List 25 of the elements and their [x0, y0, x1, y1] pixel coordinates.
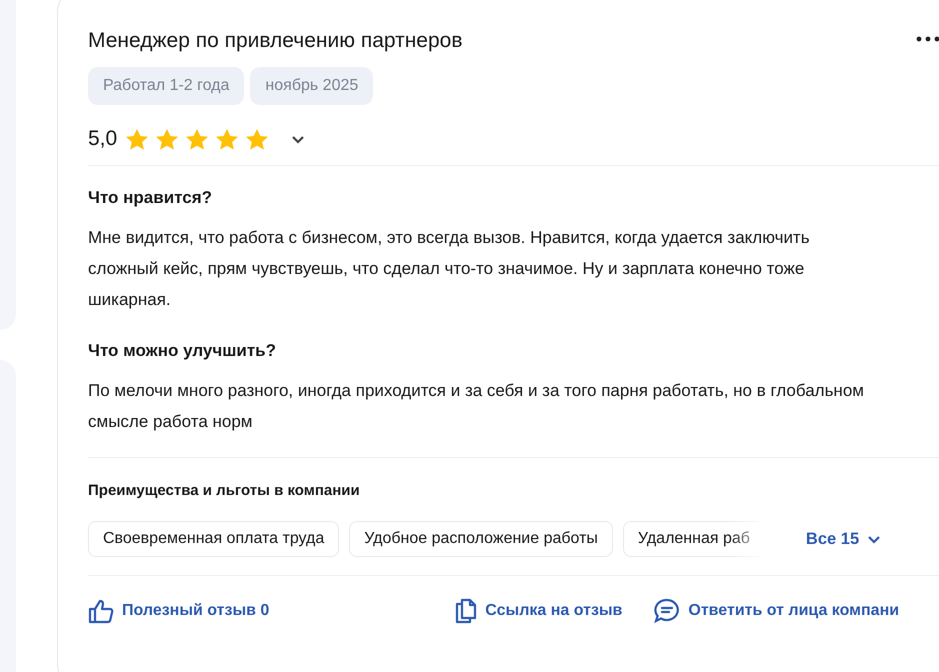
- section-heading: Что нравится?: [88, 188, 214, 208]
- star-icon: [155, 128, 180, 150]
- link-action[interactable]: Ссылка на отзыв: [455, 598, 622, 624]
- like-action[interactable]: Полезный отзыв 0: [88, 598, 270, 624]
- copy-icon: [455, 598, 478, 624]
- show-all-button[interactable]: Все 15: [806, 530, 882, 548]
- review-tag: Работал 1-2 года: [88, 67, 244, 105]
- review-tag: ноябрь 2025: [250, 67, 374, 105]
- reply-action[interactable]: Ответить от лица компани: [654, 598, 900, 624]
- review-text: По мелочи много разного, иногда приходится и за себя и за того парня работать, но в глобальном смысле работа норм: [88, 380, 865, 433]
- star-icon: [125, 128, 150, 150]
- benefit-chip: Своевременная оплата труда: [88, 521, 340, 557]
- star-icon: [215, 128, 240, 150]
- benefit-chip: Удобное расположение работы: [349, 521, 613, 557]
- review-text: Мне видится, что работа с бизнесом, это всегда вызов. Нравится, когда удается заключить сложный кейс, прям чувствуешь, что сделал что-то значимое. Ну и зарплата конечно тоже шикарная.: [88, 227, 811, 311]
- thumbs-up-icon: [88, 598, 114, 624]
- caret-icon[interactable]: [291, 134, 306, 144]
- star-icon: [185, 128, 210, 150]
- rating-score: 5,0: [88, 127, 118, 151]
- star-icon: [245, 128, 270, 150]
- section-heading: Что можно улучшить?: [88, 341, 278, 361]
- caret-icon: [867, 534, 882, 544]
- benefits-heading: Преимущества и льготы в компании: [88, 482, 361, 499]
- chat-icon: [654, 598, 680, 624]
- review-title: Менеджер по привлечению партнеров: [88, 29, 463, 53]
